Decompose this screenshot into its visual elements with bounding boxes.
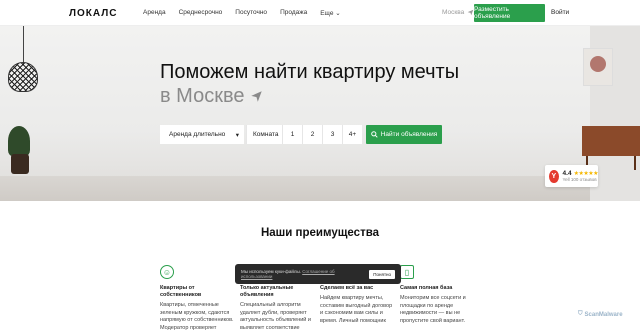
shield-icon: ⛉ <box>578 311 583 317</box>
advantages-title: Наши преимущества <box>260 227 380 239</box>
vase-image <box>11 154 29 174</box>
hero-title: Поможем найти квартиру мечты <box>160 61 460 83</box>
room-count-2[interactable]: 2 <box>302 125 322 144</box>
wall-art-circle <box>590 56 606 72</box>
rating-widget[interactable]: Y 4.4 ★★★★★ Yell 100 отзывов <box>545 165 599 187</box>
advantage-text: Специальный алгоритм удаляет дубли, пров… <box>240 302 311 331</box>
cookie-message: Мы используем куки-файлы. <box>241 268 301 274</box>
chevron-down-icon: ⌄ <box>335 10 341 17</box>
watermark-text: ScanMalware <box>584 311 623 318</box>
nav-item-rent[interactable]: Аренда <box>143 9 166 17</box>
advantage-database: ▯ Самая полная база Мониторим все соцсет… <box>400 265 474 325</box>
nav-item-midterm[interactable]: Среднесрочно <box>179 9 223 17</box>
rent-type-select[interactable]: Аренда длительно ▾ <box>160 125 244 144</box>
rating-details: 4.4 ★★★★★ Yell 100 отзывов <box>562 170 599 182</box>
advantage-title: Сделаем всё за вас <box>320 285 374 291</box>
rating-reviews: 100 отзывов <box>570 177 597 182</box>
plant-image <box>8 126 30 156</box>
cabinet-leg <box>634 156 636 170</box>
watermark: ⛉ ScanMalware <box>578 311 623 318</box>
advantage-text: Квартиры, отмеченные зеленым кружком, сд… <box>160 302 234 331</box>
room-count-1[interactable]: 1 <box>282 125 302 144</box>
smile-icon: ☺ <box>160 265 174 279</box>
cookie-accept-button[interactable]: Понятно <box>369 269 395 279</box>
phone-icon: ▯ <box>400 265 414 279</box>
rating-source: Yell 100 отзывов <box>563 177 598 182</box>
nav-item-sale[interactable]: Продажа <box>280 9 307 17</box>
yell-logo-icon: Y <box>549 169 559 183</box>
rating-stars: ★★★★★ <box>573 171 599 177</box>
advantage-title: Самая полная база <box>400 285 453 291</box>
search-button[interactable]: Найти объявления <box>366 125 442 144</box>
hero-banner <box>0 26 640 201</box>
rating-score: 4.4 <box>562 170 572 177</box>
location-arrow-icon <box>251 91 263 102</box>
room-count-4plus[interactable]: 4+ <box>342 125 362 144</box>
rating-source-name: Yell <box>562 177 570 182</box>
top-navbar: ЛОКАЛС Аренда Среднесрочно Посуточно Про… <box>0 0 640 26</box>
post-ad-button[interactable]: Разместить объявление <box>474 4 545 22</box>
advantage-owners: ☺ Квартиры от собственников Квартиры, от… <box>160 265 234 331</box>
hero-subtitle: в Москве <box>160 85 263 108</box>
hero-floor <box>0 176 640 201</box>
nav-item-daily[interactable]: Посуточно <box>235 9 267 17</box>
room-count-3[interactable]: 3 <box>322 125 342 144</box>
room-type-option[interactable]: Комната <box>246 125 282 144</box>
cookie-banner: Мы используем куки-файлы. Соглашение об … <box>235 264 401 284</box>
advantage-text: Мониторим все соцсети и площадки по арен… <box>400 295 466 324</box>
nav-item-more[interactable]: Еще ⌄ <box>320 9 341 17</box>
advantage-text: Найдем квартиру мечты, составим выгодный… <box>320 295 393 324</box>
logo[interactable]: ЛОКАЛС <box>69 8 117 19</box>
advantage-title: Квартиры от собственников <box>160 285 202 298</box>
main-menu: Аренда Среднесрочно Посуточно Продажа Ещ… <box>143 9 341 17</box>
lamp-cord <box>23 26 24 64</box>
rent-type-value: Аренда длительно <box>169 131 226 138</box>
login-link[interactable]: Войти <box>551 9 569 16</box>
search-icon <box>370 131 378 138</box>
city-selector[interactable]: Москва <box>442 9 474 16</box>
search-button-label: Найти объявления <box>380 131 438 138</box>
chevron-down-icon: ▾ <box>235 131 239 139</box>
cabinet-image <box>582 126 640 156</box>
cookie-text: Мы используем куки-файлы. Соглашение об … <box>241 269 365 280</box>
hero-subtitle-text: в Москве <box>160 85 245 107</box>
nav-item-more-label: Еще <box>320 10 334 17</box>
search-bar: Аренда длительно ▾ Комната 1 2 3 4+ Найт… <box>160 125 442 144</box>
city-label: Москва <box>442 9 465 16</box>
pendant-lamp-image <box>8 62 38 92</box>
advantage-title: Только актуальные объявления <box>240 285 294 298</box>
